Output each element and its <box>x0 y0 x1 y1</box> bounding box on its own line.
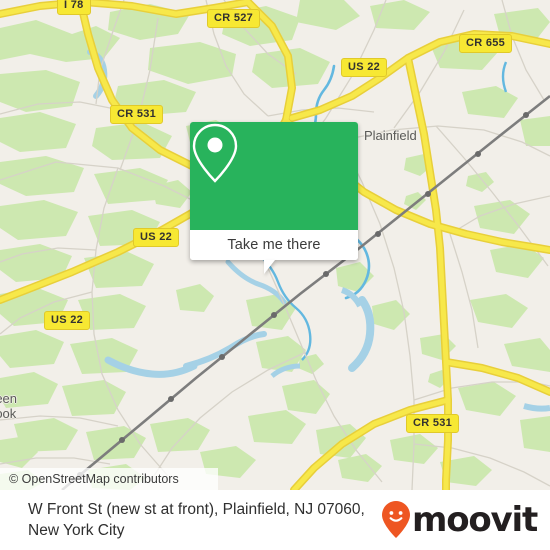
shield-cr655: CR 655 <box>459 34 513 53</box>
take-me-there-button[interactable]: Take me there <box>227 237 320 253</box>
moovit-smiley-pin-icon <box>381 501 410 538</box>
moovit-logo[interactable]: moovit <box>381 500 538 540</box>
shield-cr531-a: CR 531 <box>110 105 164 124</box>
moovit-map-screenshot: Plainfield reenrook I 78 CR 527 CR 655 U… <box>0 0 550 550</box>
popup-footer[interactable]: Take me there <box>190 230 358 260</box>
osm-attribution[interactable]: © OpenStreetMap contributors <box>0 468 218 490</box>
shield-us22-a: US 22 <box>341 58 388 77</box>
shield-i78: I 78 <box>57 0 91 15</box>
osm-attribution-text: © OpenStreetMap contributors <box>9 472 179 486</box>
plainfield-label: Plainfield <box>364 128 417 143</box>
shield-us22-c: US 22 <box>44 311 91 330</box>
shield-us22-b: US 22 <box>133 228 180 247</box>
address-line-2: New York City <box>28 522 125 539</box>
green-brook-label: reenrook <box>0 391 18 421</box>
shield-cr531-b: CR 531 <box>406 414 460 433</box>
map-pin-icon <box>192 123 238 183</box>
map-canvas[interactable]: Plainfield reenrook I 78 CR 527 CR 655 U… <box>0 0 550 490</box>
moovit-wordmark: moovit <box>411 500 538 540</box>
address-line-1: W Front St (new st at front), Plainfield… <box>28 501 365 518</box>
popup-header <box>190 122 358 230</box>
shield-cr527: CR 527 <box>207 9 261 28</box>
address-block: W Front St (new st at front), Plainfield… <box>0 499 365 541</box>
location-popup-card[interactable]: Take me there <box>190 122 358 274</box>
popup-tail <box>264 260 275 274</box>
bottom-info-bar: W Front St (new st at front), Plainfield… <box>0 490 550 550</box>
